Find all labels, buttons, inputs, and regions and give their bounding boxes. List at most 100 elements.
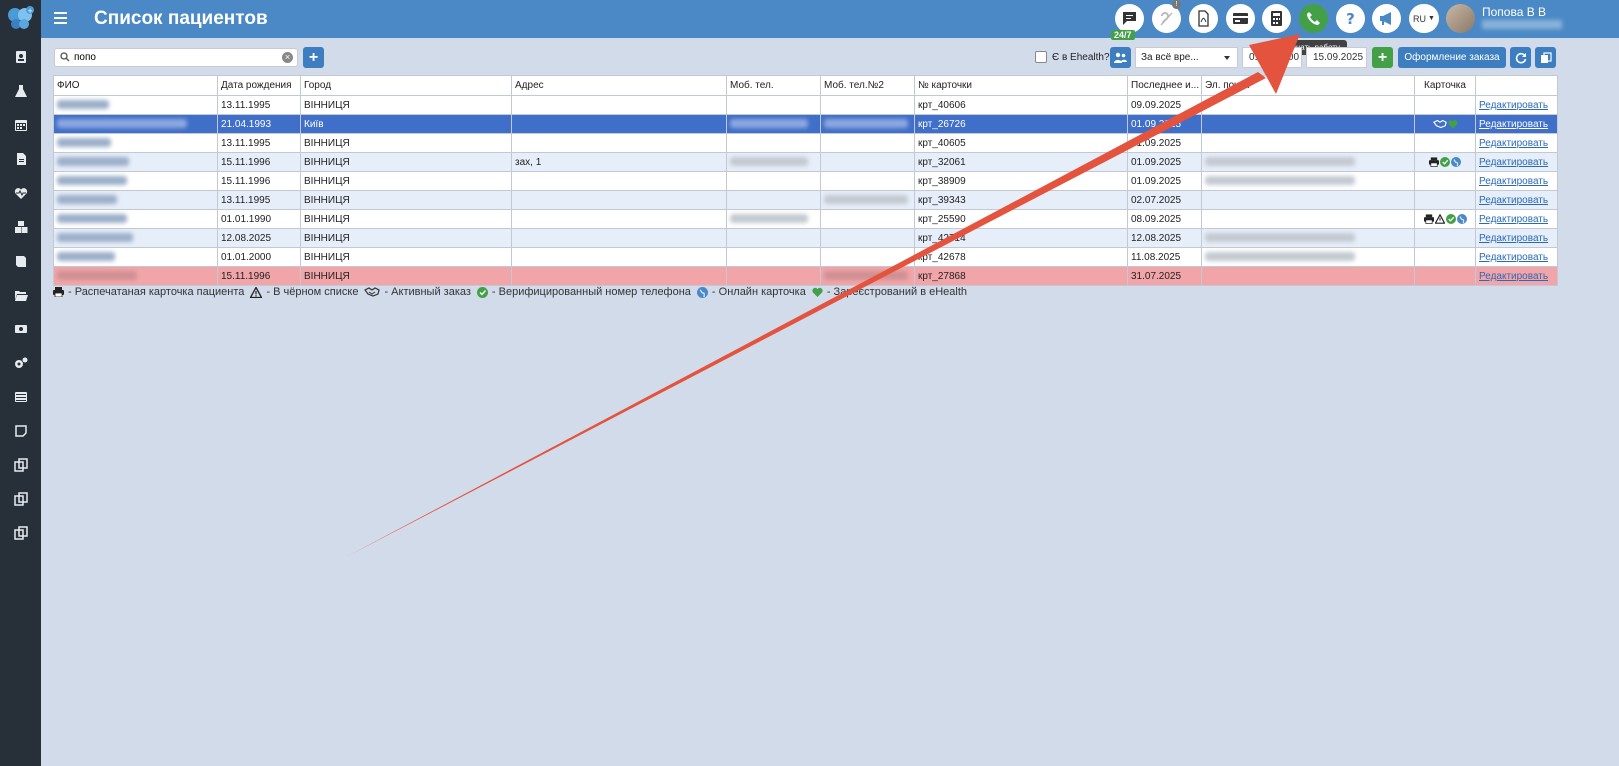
cell-phone2 (820, 190, 915, 210)
sidebar-item-folders[interactable] (0, 278, 41, 312)
cell-last-visit: 09.09.2025 (1127, 95, 1202, 115)
cell-actions: Редактировать (1475, 114, 1558, 134)
edit-link[interactable]: Редактировать (1479, 233, 1548, 244)
sidebar-item-settings[interactable] (0, 346, 41, 380)
date-from-field[interactable]: 01.01.1900 (1242, 47, 1302, 68)
col-header-name[interactable]: ФИО (53, 75, 218, 96)
col-header-last-visit[interactable]: Последнее и... (1127, 75, 1202, 96)
cell-email (1201, 133, 1415, 153)
col-header-phone2[interactable]: Моб. тел.№2 (820, 75, 915, 96)
sidebar-item-patients[interactable] (0, 40, 41, 74)
create-order-button[interactable]: Оформление заказа (1398, 47, 1506, 68)
cell-card-icons (1414, 95, 1476, 115)
col-header-phone[interactable]: Моб. тел. (726, 75, 821, 96)
copy-button[interactable] (1535, 47, 1556, 68)
col-header-actions (1475, 75, 1558, 96)
edit-link[interactable]: Редактировать (1479, 252, 1548, 263)
sidebar-item-finance[interactable] (0, 312, 41, 346)
cell-name (53, 95, 218, 115)
search-input[interactable] (74, 50, 274, 65)
start-work-button[interactable] (1299, 4, 1328, 33)
help-button[interactable]: ? (1336, 4, 1365, 33)
cell-phone (726, 266, 821, 286)
table-row[interactable]: 21.04.1993 Київ крт_26726 01.09.2025 Редакти… (53, 114, 1558, 134)
avatar[interactable] (1446, 4, 1475, 33)
cell-phone2 (820, 228, 915, 248)
table-row[interactable]: 13.11.1995 ВІННИЦЯ крт_39343 02.07.2025 Реда… (53, 190, 1558, 210)
clear-search-icon[interactable]: × (282, 52, 293, 63)
cubes-icon (14, 221, 27, 233)
edit-link[interactable]: Редактировать (1479, 100, 1548, 111)
sidebar-item-copy-1[interactable] (0, 448, 41, 482)
table-row[interactable]: 15.11.1996 ВІННИЦЯ крт_27868 31.07.2025 Реда… (53, 266, 1558, 286)
cell-phone (726, 247, 821, 267)
ehealth-checkbox[interactable] (1035, 51, 1047, 63)
edit-link[interactable]: Редактировать (1479, 271, 1548, 282)
sidebar-item-copy-2[interactable] (0, 482, 41, 516)
sidebar-item-lab[interactable] (0, 74, 41, 108)
redacted-name (57, 195, 117, 205)
table-row[interactable]: 13.11.1995 ВІННИЦЯ крт_40605 01.09.2025 Реда… (53, 133, 1558, 153)
payment-card-button[interactable] (1226, 4, 1255, 33)
sidebar-item-health[interactable] (0, 176, 41, 210)
language-select[interactable]: RU ▼ (1409, 4, 1439, 33)
sidebar-item-copy-3[interactable] (0, 516, 41, 550)
cell-phone2 (820, 152, 915, 172)
cell-phone (726, 190, 821, 210)
legend-order: - Активный заказ (384, 286, 471, 298)
cell-card-icons (1414, 114, 1476, 134)
table-row[interactable]: 12.08.2025 ВІННИЦЯ крт_42714 12.08.2025 Реда… (53, 228, 1558, 248)
menu-icon[interactable] (54, 12, 67, 24)
col-header-card-number[interactable]: № карточки (914, 75, 1128, 96)
cell-address (511, 209, 727, 229)
col-header-dob[interactable]: Дата рождения (217, 75, 301, 96)
add-patient-button[interactable]: + (303, 47, 324, 68)
period-select[interactable]: За всё вре... (1135, 47, 1238, 68)
chat-button[interactable] (1115, 4, 1144, 33)
edit-link[interactable]: Редактировать (1479, 138, 1548, 149)
sidebar-item-list[interactable] (0, 380, 41, 414)
question-icon: ? (1346, 10, 1355, 27)
sidebar-item-calendar[interactable] (0, 108, 41, 142)
ehealth-filter[interactable]: Є в Ehealth? (1035, 51, 1110, 63)
col-header-email[interactable]: Эл. почта (1201, 75, 1415, 96)
cell-phone (726, 171, 821, 191)
table-row[interactable]: 15.11.1996 ВІННИЦЯ зах, 1 крт_32061 01.09.20… (53, 152, 1558, 172)
cell-card-number: крт_42678 (914, 247, 1128, 267)
users-filter-button[interactable] (1110, 47, 1131, 68)
col-header-city[interactable]: Город (300, 75, 512, 96)
edit-link[interactable]: Редактировать (1479, 176, 1548, 187)
cell-city: Київ (300, 114, 512, 134)
butterfly-logo-icon: + (7, 6, 34, 29)
announcements-button[interactable] (1372, 4, 1401, 33)
edit-link[interactable]: Редактировать (1479, 157, 1548, 168)
sidebar-item-groups[interactable] (0, 210, 41, 244)
logo[interactable]: + (0, 0, 41, 38)
cell-email (1201, 247, 1415, 267)
col-header-card[interactable]: Карточка (1414, 75, 1476, 96)
user-name[interactable]: Попова В В (1482, 5, 1546, 19)
calculator-button[interactable] (1262, 4, 1291, 33)
cell-phone2 (820, 209, 915, 229)
table-row[interactable]: 01.01.2000 ВІННИЦЯ крт_42678 11.08.2025 Реда… (53, 247, 1558, 267)
refresh-button[interactable] (1510, 47, 1531, 68)
search-field[interactable]: × (54, 48, 298, 67)
edit-link[interactable]: Редактировать (1479, 195, 1548, 206)
sidebar-item-journal[interactable] (0, 244, 41, 278)
cell-name (53, 228, 218, 248)
table-row[interactable]: 01.01.1990 ВІННИЦЯ крт_25590 08.09.2025 Реда… (53, 209, 1558, 229)
cell-email (1201, 95, 1415, 115)
add-order-button[interactable]: + (1372, 47, 1393, 68)
date-to-field[interactable]: 15.09.2025 (1306, 47, 1367, 68)
col-header-address[interactable]: Адрес (511, 75, 727, 96)
sidebar-item-notes[interactable] (0, 414, 41, 448)
table-row[interactable]: 15.11.1996 ВІННИЦЯ крт_38909 01.09.2025 Реда… (53, 171, 1558, 191)
cell-name (53, 171, 218, 191)
edit-link[interactable]: Редактировать (1479, 214, 1548, 225)
table-row[interactable]: 13.11.1995 ВІННИЦЯ крт_40606 09.09.2025 Реда… (53, 95, 1558, 115)
cell-phone2 (820, 133, 915, 153)
pdf-button[interactable] (1189, 4, 1218, 33)
cell-email (1201, 114, 1415, 134)
edit-link[interactable]: Редактировать (1479, 119, 1548, 130)
sidebar-item-documents[interactable] (0, 142, 41, 176)
